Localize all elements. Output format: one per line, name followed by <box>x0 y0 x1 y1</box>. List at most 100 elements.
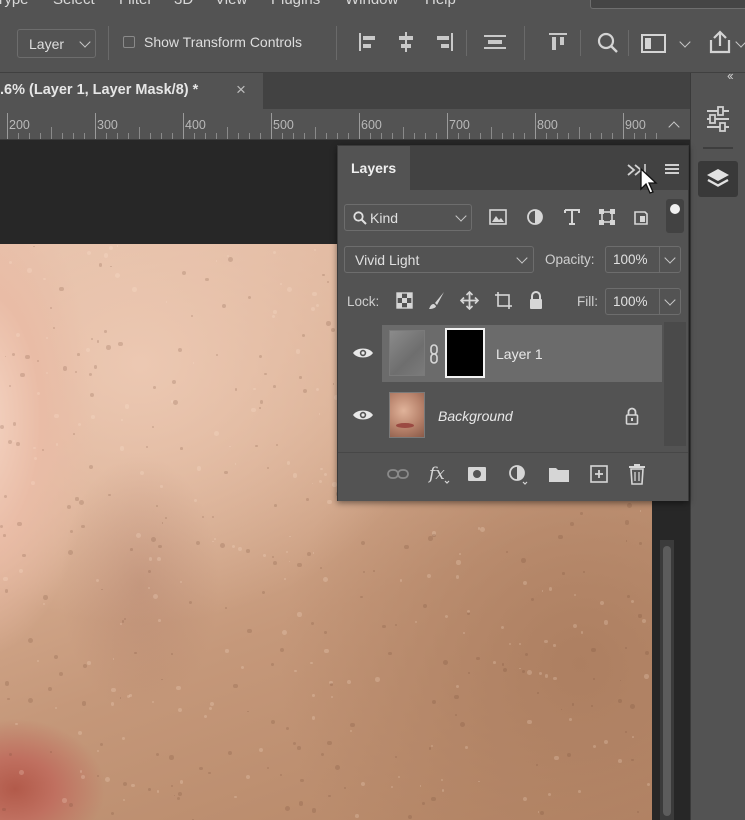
skin-texture-dot <box>574 594 577 596</box>
cursor-icon <box>640 168 658 194</box>
chevron-down-icon[interactable] <box>664 294 676 306</box>
divider <box>524 26 525 60</box>
share-icon[interactable] <box>705 28 735 56</box>
new-group-folder-icon[interactable] <box>548 465 570 483</box>
menu-view[interactable]: View <box>215 0 247 8</box>
ruler-label: 500 <box>273 118 294 132</box>
chevron-down-icon[interactable] <box>735 36 745 48</box>
smart-object-filter-icon[interactable] <box>632 208 650 226</box>
search-box[interactable] <box>590 0 745 9</box>
menu-select[interactable]: Select <box>53 0 95 8</box>
lock-icon[interactable] <box>625 407 639 425</box>
opacity-value: 100% <box>613 252 648 267</box>
skin-texture-dot <box>315 303 319 308</box>
add-mask-icon[interactable] <box>467 466 487 482</box>
lock-all-icon[interactable] <box>528 290 544 310</box>
menu-3d[interactable]: 3D <box>174 0 193 8</box>
skin-texture-dot <box>318 413 321 415</box>
workspace-icon[interactable] <box>640 31 668 55</box>
skin-texture-dot <box>43 277 46 281</box>
close-icon[interactable]: × <box>236 80 246 100</box>
skin-texture-dot <box>2 807 7 812</box>
menu-help[interactable]: Help <box>425 0 456 8</box>
filter-toggle[interactable] <box>666 199 684 233</box>
lock-image-pixels-icon[interactable] <box>428 291 446 310</box>
layer-thumbnail[interactable] <box>389 392 425 438</box>
auto-select-dropdown[interactable]: Layer <box>17 29 96 58</box>
chevron-up-icon[interactable] <box>668 121 680 133</box>
skin-texture-dot <box>25 355 30 360</box>
layers-panel-button[interactable] <box>698 161 738 197</box>
lock-artboard-icon[interactable] <box>494 291 513 310</box>
skin-texture-dot <box>28 697 34 703</box>
pixel-layer-filter-icon[interactable] <box>489 209 507 225</box>
chevron-down-icon[interactable] <box>679 36 691 48</box>
panel-menu-icon[interactable] <box>664 163 680 175</box>
fx-icon[interactable]: fx <box>428 463 450 485</box>
trash-icon[interactable] <box>628 463 646 485</box>
skin-texture-dot <box>77 730 83 736</box>
adjustment-layer-filter-icon[interactable] <box>526 208 544 226</box>
skin-texture-dot <box>15 722 18 726</box>
eye-icon[interactable] <box>352 408 374 422</box>
skin-texture-dot <box>12 439 15 442</box>
align-left-edges-icon[interactable] <box>356 30 380 54</box>
skin-texture-dot <box>75 497 79 501</box>
lock-transparent-pixels-icon[interactable] <box>396 292 413 309</box>
document-tab[interactable]: .6% (Layer 1, Layer Mask/8) * × <box>0 73 263 109</box>
skin-texture-dot <box>258 747 263 752</box>
menu-type[interactable]: Type <box>0 0 29 8</box>
menu-filter[interactable]: Filter <box>119 0 152 8</box>
show-transform-checkbox[interactable] <box>123 36 135 48</box>
skin-texture-dot <box>625 731 628 734</box>
filter-kind-dropdown[interactable]: Kind <box>344 204 472 231</box>
distribute-icon[interactable] <box>482 30 508 54</box>
document-tab-title: .6% (Layer 1, Layer Mask/8) * <box>0 82 199 98</box>
scrollbar-thumb[interactable] <box>663 546 671 816</box>
skin-texture-dot <box>349 729 353 733</box>
skin-texture-dot <box>570 522 574 526</box>
eye-icon[interactable] <box>352 346 374 360</box>
search-icon[interactable] <box>596 31 620 55</box>
tab-layers[interactable]: Layers <box>338 146 410 190</box>
blend-mode-dropdown[interactable]: Vivid Light <box>344 246 534 273</box>
ruler-tick <box>205 133 206 139</box>
skin-texture-dot <box>625 647 628 650</box>
layer-thumbnail[interactable] <box>389 330 425 376</box>
link-layers-icon[interactable] <box>387 467 409 481</box>
menu-window[interactable]: Window <box>345 0 398 8</box>
skin-texture-dot <box>293 473 298 478</box>
opacity-label: Opacity: <box>545 252 595 267</box>
auto-select-value: Layer <box>29 36 65 52</box>
align-horizontal-centers-icon[interactable] <box>394 30 418 54</box>
new-adjustment-icon[interactable] <box>508 464 530 486</box>
layers-scrollbar[interactable] <box>664 322 686 446</box>
opacity-field[interactable]: 100% <box>605 246 681 273</box>
shape-layer-filter-icon[interactable] <box>598 208 616 226</box>
layer-row-layer-1[interactable]: Layer 1 <box>338 325 663 387</box>
collapse-icon[interactable]: ‹‹ <box>727 68 734 83</box>
align-right-edges-icon[interactable] <box>432 30 456 54</box>
skin-texture-dot <box>521 558 526 563</box>
vertical-scrollbar[interactable] <box>660 540 674 820</box>
layer-mask-thumbnail[interactable] <box>445 328 485 378</box>
skin-texture-dot <box>50 751 53 754</box>
layer-name[interactable]: Layer 1 <box>496 346 543 362</box>
lock-position-icon[interactable] <box>460 291 479 310</box>
chain-link-icon[interactable] <box>429 344 439 364</box>
chevron-down-icon[interactable] <box>664 252 676 264</box>
layer-name[interactable]: Background <box>438 408 513 424</box>
skin-texture-dot <box>326 321 331 326</box>
adjustments-button[interactable] <box>698 101 738 137</box>
skin-texture-dot <box>281 630 287 636</box>
menu-plugins[interactable]: Plugins <box>271 0 320 8</box>
skin-texture-dot <box>20 372 26 378</box>
fill-field[interactable]: 100% <box>605 288 681 315</box>
align-top-edges-icon[interactable] <box>546 30 570 54</box>
new-layer-icon[interactable] <box>589 464 609 484</box>
type-layer-filter-icon[interactable] <box>563 208 581 226</box>
layer-row-background[interactable]: Background <box>338 387 663 449</box>
ruler-tick <box>579 127 580 139</box>
skin-texture-dot <box>103 253 108 258</box>
skin-texture-dot <box>467 671 471 675</box>
